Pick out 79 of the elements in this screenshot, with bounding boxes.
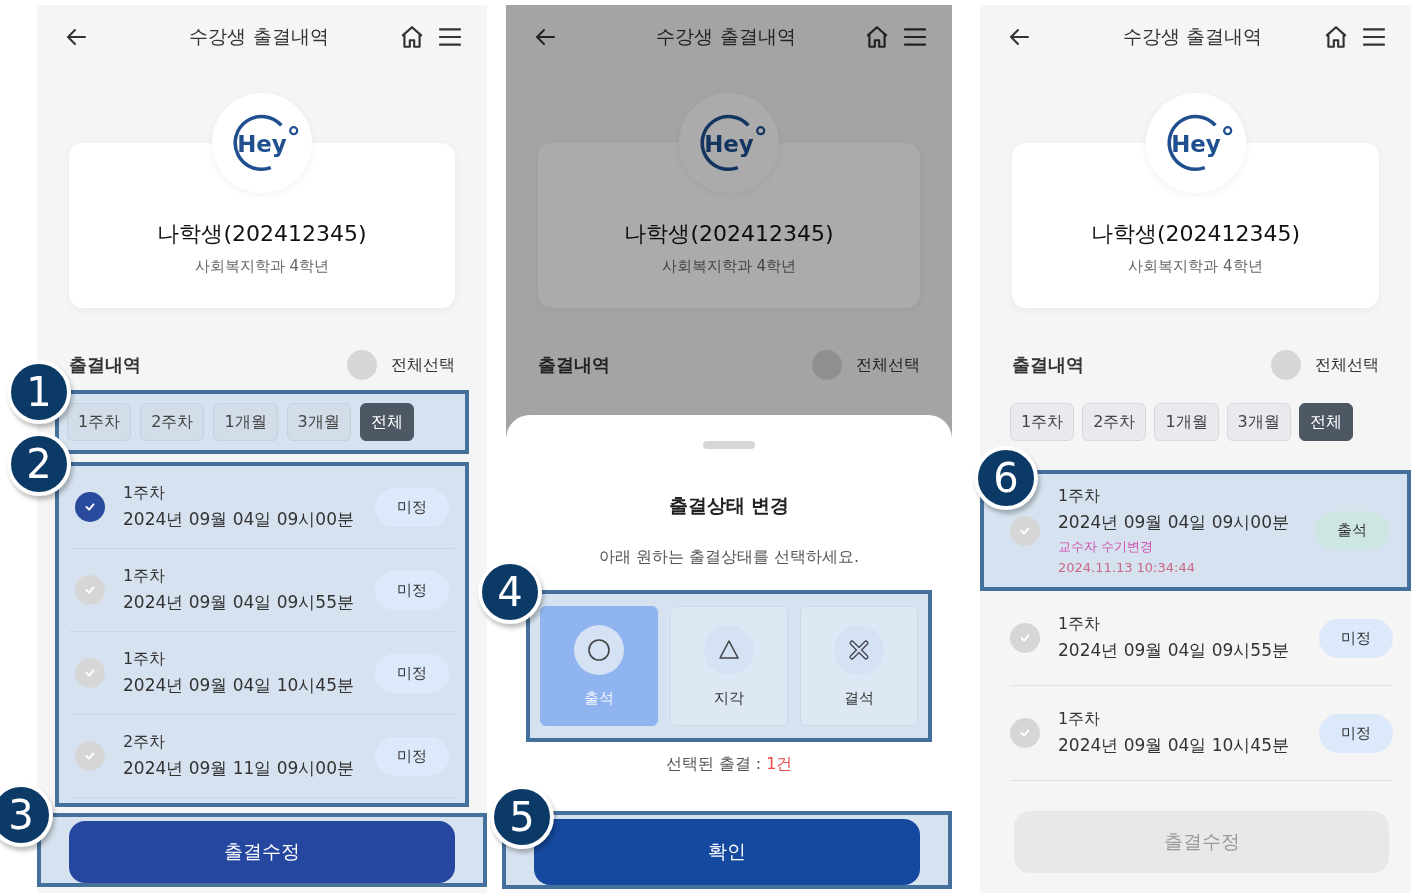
- status-badge: 출석: [1315, 511, 1389, 550]
- screen-title: 수강생 출결내역: [1121, 24, 1263, 49]
- student-name: 나학생(202412345): [624, 220, 834, 248]
- select-all-checkbox[interactable]: [347, 350, 377, 380]
- change-note: 교수자 수기변경: [1058, 538, 1155, 556]
- status-badge: 미정: [1319, 713, 1393, 753]
- datetime-text: 2024년 09월 04일 10시45분: [123, 674, 355, 697]
- logo: Hey: [679, 93, 779, 193]
- instruction-text: 아래 원하는 출결상태를 선택하세요.: [598, 547, 860, 568]
- filter-tab[interactable]: 3개월: [1226, 403, 1291, 441]
- check-icon: [1018, 631, 1032, 645]
- home-icon[interactable]: [864, 24, 890, 50]
- datetime-text: 2024년 09월 04일 09시00분: [123, 508, 355, 531]
- filter-tab[interactable]: 1개월: [1154, 403, 1219, 441]
- week-label: 1주차: [1058, 614, 1102, 635]
- filter-tab[interactable]: 전체: [1298, 403, 1353, 441]
- edit-attendance-button[interactable]: 출결수정: [69, 821, 455, 883]
- check-icon: [83, 583, 97, 597]
- selected-count-text: 선택된 출결 : 1건: [665, 754, 793, 775]
- filter-tab[interactable]: 전체: [359, 403, 414, 441]
- sheet-title: 출결상태 변경: [668, 493, 790, 518]
- logo: Hey: [1145, 93, 1246, 193]
- filter-tab[interactable]: 1주차: [1010, 403, 1075, 441]
- student-name: 나학생(202412345): [1090, 220, 1301, 248]
- confirm-button[interactable]: 확인: [534, 819, 920, 885]
- drag-handle[interactable]: [703, 441, 755, 449]
- circle-icon: [574, 624, 624, 675]
- status-badge: 미정: [375, 736, 449, 776]
- week-label: 1주차: [123, 483, 167, 504]
- student-name: 나학생(202412345): [157, 220, 367, 248]
- week-label: 1주차: [123, 566, 167, 587]
- select-all-checkbox[interactable]: [1271, 350, 1301, 380]
- datetime-text: 2024년 09월 04일 09시55분: [123, 591, 355, 614]
- select-all-label: 전체선택: [391, 354, 455, 376]
- record-checkbox[interactable]: [75, 658, 105, 688]
- filter-tab[interactable]: 1개월: [213, 403, 278, 441]
- check-icon: [1018, 726, 1032, 740]
- section-title: 출결내역: [538, 353, 610, 377]
- select-all-label: 전체선택: [1315, 354, 1379, 376]
- record-checkbox[interactable]: [1010, 515, 1040, 546]
- logo: Hey: [212, 93, 312, 193]
- status-option[interactable]: 지각: [670, 606, 788, 726]
- section-title: 출결내역: [1012, 353, 1084, 377]
- check-icon: [83, 749, 97, 763]
- datetime-text: 2024년 09월 11일 09시00분: [123, 757, 355, 780]
- home-icon[interactable]: [399, 24, 425, 50]
- status-badge: 미정: [375, 487, 449, 527]
- week-label: 1주차: [1058, 709, 1102, 730]
- department-text: 사회복지학과 4학년: [1128, 257, 1263, 276]
- filter-tab[interactable]: 1주차: [67, 403, 132, 441]
- record-checkbox[interactable]: [1010, 718, 1040, 748]
- record-checkbox[interactable]: [75, 492, 105, 522]
- status-badge: 미정: [1319, 618, 1393, 658]
- status-badge: 미정: [375, 570, 449, 610]
- section-title: 출결내역: [69, 353, 141, 377]
- week-label: 2주차: [123, 732, 167, 753]
- week-label: 1주차: [123, 649, 167, 670]
- cross-icon: [834, 624, 884, 675]
- filter-tab[interactable]: 3개월: [286, 403, 351, 441]
- department-text: 사회복지학과 4학년: [661, 257, 797, 276]
- filter-tab[interactable]: 2주차: [1082, 403, 1147, 441]
- screen-title: 수강생 출결내역: [188, 24, 330, 49]
- change-timestamp: 2024.11.13 10:34:44: [1058, 560, 1196, 575]
- home-icon[interactable]: [1323, 24, 1349, 50]
- datetime-text: 2024년 09월 04일 10시45분: [1058, 734, 1290, 757]
- select-all-label: 전체선택: [856, 354, 920, 376]
- check-icon: [83, 500, 97, 514]
- record-checkbox[interactable]: [1010, 623, 1040, 653]
- status-badge: 미정: [375, 653, 449, 693]
- record-checkbox[interactable]: [75, 575, 105, 605]
- check-icon: [83, 666, 97, 680]
- datetime-text: 2024년 09월 04일 09시55분: [1058, 639, 1290, 662]
- department-text: 사회복지학과 4학년: [194, 257, 330, 276]
- screen-title: 수강생 출결내역: [655, 24, 797, 49]
- record-checkbox[interactable]: [75, 741, 105, 771]
- week-label: 1주차: [1058, 486, 1102, 507]
- status-option[interactable]: 결석: [800, 606, 918, 726]
- datetime-text: 2024년 09월 04일 09시00분: [1058, 511, 1290, 534]
- filter-tab[interactable]: 2주차: [140, 403, 205, 441]
